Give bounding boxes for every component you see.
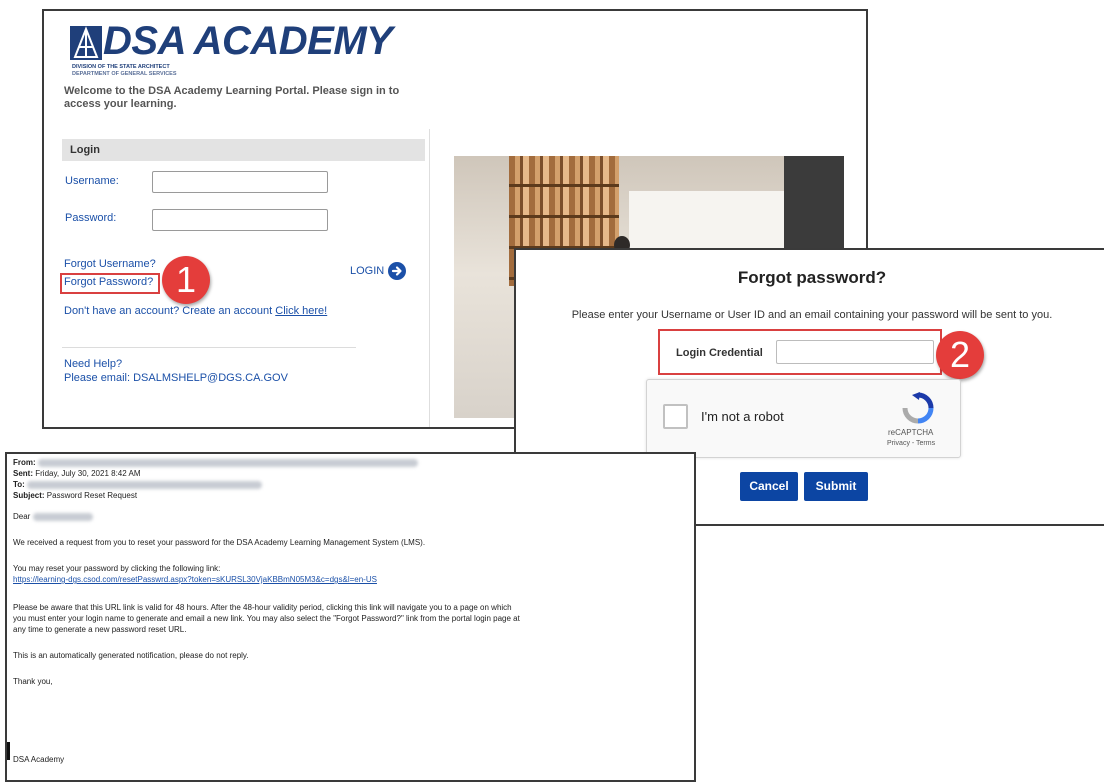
- person-silhouette-image: [784, 156, 844, 256]
- email-from-label: From:: [13, 458, 36, 467]
- password-label: Password:: [65, 212, 117, 224]
- password-input[interactable]: [152, 209, 328, 231]
- recaptcha-label: I'm not a robot: [701, 409, 784, 424]
- create-account-text: Don't have an account? Create an account…: [64, 305, 327, 317]
- login-credential-input[interactable]: [776, 340, 934, 364]
- email-sent-line: Sent: Friday, July 30, 2021 8:42 AM: [13, 468, 140, 479]
- email-sent-value: Friday, July 30, 2021 8:42 AM: [35, 469, 141, 478]
- arrow-right-icon: [388, 262, 407, 281]
- forgot-password-title: Forgot password?: [737, 268, 887, 287]
- email-paragraph-2: You may reset your password by clicking …: [13, 564, 221, 573]
- redacted-recipient: [27, 480, 263, 489]
- email-signature: DSA Academy: [13, 755, 65, 764]
- logo-subtitle-division: DIVISION OF THE STATE ARCHITECT: [72, 64, 170, 70]
- email-paragraph-3-line-2: you must enter your login name to genera…: [13, 614, 520, 623]
- click-here-link[interactable]: Click here!: [275, 305, 327, 317]
- building-icon: [70, 26, 102, 60]
- email-subject-label: Subject:: [13, 491, 45, 500]
- login-credential-highlight: Login Credential: [658, 329, 942, 375]
- reset-email: From: Sent: Friday, July 30, 2021 8:42 A…: [5, 452, 696, 782]
- email-paragraph-1: We received a request from you to reset …: [13, 538, 426, 547]
- email-paragraph-3-line-1: Please be aware that this URL link is va…: [13, 603, 512, 612]
- step-1-badge: 1: [162, 256, 210, 304]
- forgot-password-description: Please enter your Username or User ID an…: [571, 309, 1053, 321]
- create-account-prompt: Don't have an account? Create an account: [64, 305, 273, 317]
- recaptcha-logo-icon: [901, 391, 935, 430]
- email-to-label: To:: [13, 480, 25, 489]
- email-subject-line: Subject: Password Reset Request: [13, 490, 137, 501]
- redacted-name: [32, 512, 93, 521]
- username-input[interactable]: [152, 171, 328, 193]
- forgot-password-highlight: [60, 273, 160, 294]
- cancel-button[interactable]: Cancel: [740, 472, 798, 501]
- email-thanks: Thank you,: [13, 677, 53, 686]
- redacted-sender: [37, 458, 418, 467]
- email-greeting: Dear: [13, 511, 93, 522]
- login-button-label: LOGIN: [350, 265, 385, 277]
- username-label: Username:: [65, 175, 119, 187]
- help-email-text[interactable]: Please email: DSALMSHELP@DGS.CA.GOV: [64, 372, 288, 384]
- recaptcha-brand: reCAPTCHA: [888, 428, 934, 437]
- email-paragraph-4: This is an automatically generated notif…: [13, 651, 249, 660]
- recaptcha-privacy-terms[interactable]: Privacy - Terms: [887, 440, 935, 447]
- submit-button[interactable]: Submit: [804, 472, 868, 501]
- login-button[interactable]: LOGIN: [350, 262, 407, 281]
- email-to-line: To:: [13, 479, 263, 490]
- column-divider: [429, 129, 430, 427]
- recaptcha-checkbox[interactable]: [663, 404, 688, 429]
- logo-text: DSA ACADEMY: [103, 19, 393, 63]
- help-divider: [62, 347, 356, 348]
- login-section-header: Login: [62, 139, 425, 161]
- reset-password-link[interactable]: https://learning-dgs.csod.com/resetPassw…: [13, 574, 377, 585]
- step-2-badge: 2: [936, 331, 984, 379]
- recaptcha-widget: I'm not a robot reCAPTCHA Privacy - Term…: [646, 379, 961, 458]
- login-credential-label: Login Credential: [676, 347, 763, 359]
- email-paragraph-3-line-3: any time to generate a new password rese…: [13, 625, 187, 634]
- email-sent-label: Sent:: [13, 469, 33, 478]
- email-subject-value: Password Reset Request: [46, 491, 138, 500]
- logo-subtitle-department: DEPARTMENT OF GENERAL SERVICES: [72, 71, 177, 77]
- forgot-username-link[interactable]: Forgot Username?: [64, 258, 156, 270]
- welcome-text: Welcome to the DSA Academy Learning Port…: [64, 85, 400, 110]
- need-help-text: Need Help?: [64, 358, 123, 370]
- text-cursor-bar: [7, 742, 10, 760]
- email-from-line: From:: [13, 457, 418, 468]
- email-dear: Dear: [13, 512, 31, 521]
